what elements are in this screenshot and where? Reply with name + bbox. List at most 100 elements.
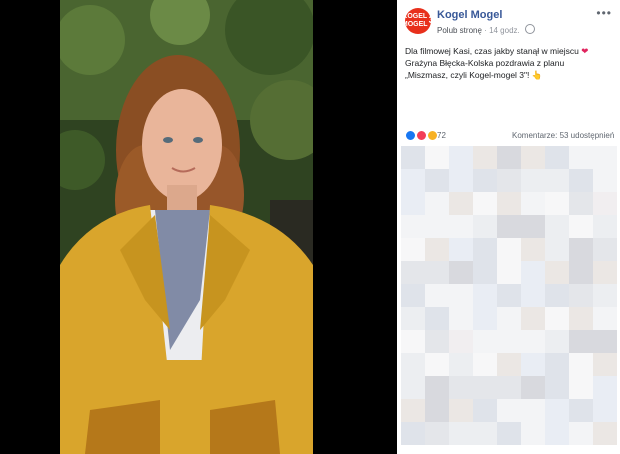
blur-cell [473,307,497,330]
blur-cell [569,146,593,169]
comments-count[interactable]: Komentarze: 5 [512,131,564,140]
pixelated-comment-area [401,146,619,445]
blur-cell [425,146,449,169]
blur-cell [593,284,617,307]
post-sidebar: KOGEL MOGEL 3 Kogel Mogel Polub stronę ·… [397,0,620,454]
blur-cell [521,261,545,284]
blur-cell [449,307,473,330]
blur-cell [569,330,593,353]
blur-cell [449,376,473,399]
blur-cell [497,192,521,215]
logo-number: 3 [428,15,435,26]
blurred-comments [401,146,619,454]
blur-cell [569,169,593,192]
blur-cell [425,192,449,215]
blur-cell [593,215,617,238]
blur-cell [545,422,569,445]
blur-cell [425,330,449,353]
post-header: KOGEL MOGEL 3 Kogel Mogel Polub stronę ·… [397,0,620,40]
blur-cell [569,215,593,238]
blur-cell [497,376,521,399]
blur-cell [569,192,593,215]
blur-cell [545,376,569,399]
blur-cell [401,284,425,307]
page-name-link[interactable]: Kogel Mogel [437,9,502,21]
blur-cell [401,169,425,192]
blur-cell [401,215,425,238]
blur-cell [473,330,497,353]
blur-cell [569,284,593,307]
more-icon[interactable]: ••• [596,6,612,20]
blur-cell [401,376,425,399]
globe-icon [525,24,535,34]
blur-cell [497,261,521,284]
blur-cell [401,192,425,215]
love-reaction-icon [416,130,428,141]
blur-cell [449,169,473,192]
blur-cell [569,376,593,399]
blur-cell [545,353,569,376]
logo-text-kogel: KOGEL [402,13,428,20]
blur-cell [449,261,473,284]
blur-cell [569,238,593,261]
blur-cell [473,192,497,215]
blur-cell [521,330,545,353]
blur-cell [497,215,521,238]
blur-cell [497,307,521,330]
post-photo[interactable] [60,0,313,454]
post-meta: Polub stronę · 14 godz. [437,24,535,35]
blur-cell [521,353,545,376]
blur-cell [521,399,545,422]
shares-count[interactable]: 3 udostępnień [564,131,614,140]
blur-cell [497,353,521,376]
blur-cell [521,192,545,215]
blur-cell [569,353,593,376]
like-reaction-icon [405,130,416,141]
blur-cell [521,169,545,192]
blur-cell [401,399,425,422]
blur-cell [593,399,617,422]
blur-cell [521,376,545,399]
blur-cell [449,399,473,422]
blur-cell [545,238,569,261]
page-avatar[interactable]: KOGEL MOGEL 3 [402,8,434,34]
blur-cell [569,261,593,284]
like-page-link[interactable]: Polub stronę [437,26,482,35]
blur-cell [401,238,425,261]
blur-cell [497,284,521,307]
blur-cell [569,399,593,422]
pointing-hand-icon: 👆 [531,70,543,80]
blur-cell [497,169,521,192]
reactions-count[interactable]: 72 [437,131,446,140]
blur-cell [497,330,521,353]
caption-line-1: Dla filmowej Kasi, czas jakby stanął w m… [405,46,579,56]
meta-separator: · [484,26,487,35]
blur-cell [401,146,425,169]
blur-cell [401,261,425,284]
blur-cell [473,376,497,399]
photo-viewer[interactable] [0,0,397,454]
blur-cell [449,330,473,353]
blur-cell [449,146,473,169]
post-time[interactable]: 14 godz. [489,26,520,35]
woman-photo [60,0,313,454]
blur-cell [473,422,497,445]
blur-cell [569,307,593,330]
blur-cell [497,146,521,169]
blur-cell [401,353,425,376]
blur-cell [545,169,569,192]
blur-cell [545,307,569,330]
caption-line-2: Grażyna Błęcka-Kolska pozdrawia z planu [405,58,565,68]
blur-cell [425,215,449,238]
blur-cell [545,399,569,422]
blur-cell [593,353,617,376]
blur-cell [521,215,545,238]
post-stats: 72 Komentarze: 5 3 udostępnień [397,127,620,143]
blur-cell [425,307,449,330]
reactions-icons[interactable] [405,130,439,141]
blur-cell [401,422,425,445]
blur-cell [593,146,617,169]
blur-cell [593,376,617,399]
post-caption: Dla filmowej Kasi, czas jakby stanął w m… [405,45,613,81]
blur-cell [593,422,617,445]
